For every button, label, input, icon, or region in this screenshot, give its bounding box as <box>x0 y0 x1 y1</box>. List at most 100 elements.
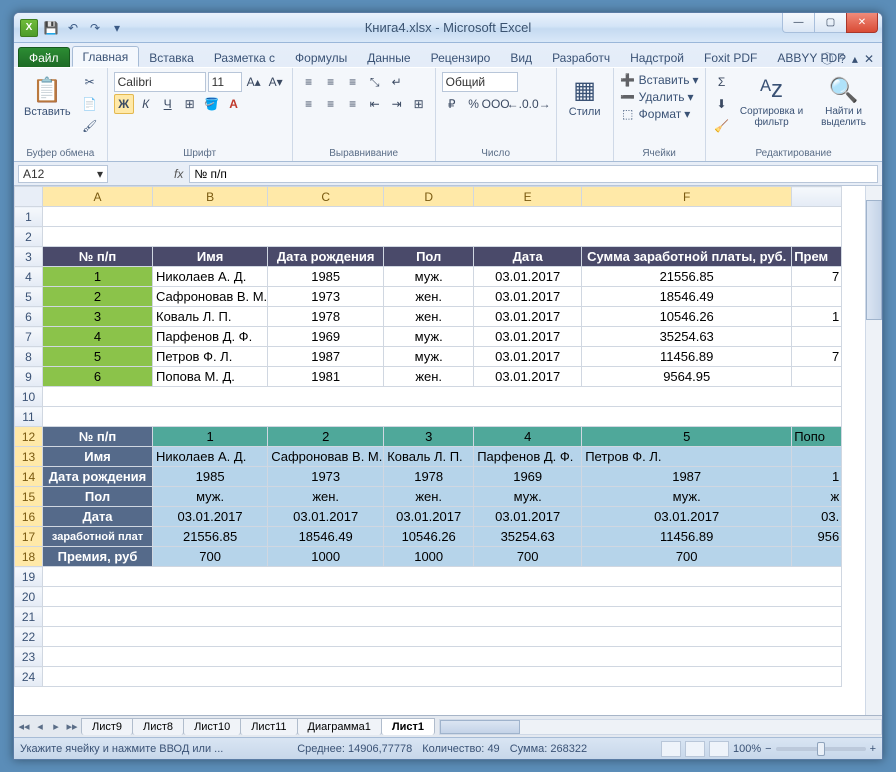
decimal-inc-icon[interactable]: ←.0 <box>508 94 528 114</box>
cell[interactable]: 7 <box>792 347 842 367</box>
minimize-button[interactable]: — <box>782 13 814 33</box>
merge-icon[interactable]: ⊞ <box>409 94 429 114</box>
row-header[interactable]: 12 <box>15 427 43 447</box>
cell[interactable]: Дата рождения <box>43 467 153 487</box>
align-right-icon[interactable]: ≡ <box>343 94 363 114</box>
tab-layout[interactable]: Разметка с <box>204 48 285 67</box>
vertical-scrollbar[interactable] <box>865 186 882 715</box>
cell[interactable]: 18546.49 <box>582 287 792 307</box>
cell[interactable]: жен. <box>384 307 474 327</box>
cell[interactable]: 10546.26 <box>582 307 792 327</box>
cell[interactable]: 1 <box>792 307 842 327</box>
cell[interactable]: 1973 <box>268 287 384 307</box>
cell[interactable]: 03. <box>792 507 842 527</box>
ribbon-minimize-icon[interactable]: ▴ <box>852 52 858 66</box>
find-select-button[interactable]: 🔍 Найти и выделить <box>812 72 876 130</box>
tab-view[interactable]: Вид <box>500 48 542 67</box>
cell[interactable]: Дата <box>43 507 153 527</box>
scroll-thumb[interactable] <box>866 200 882 320</box>
cell[interactable] <box>43 407 842 427</box>
scroll-thumb[interactable] <box>440 720 520 734</box>
cell[interactable]: 10546.26 <box>384 527 474 547</box>
cell[interactable]: 03.01.2017 <box>384 507 474 527</box>
cell[interactable]: Петров Ф. Л. <box>582 447 792 467</box>
row-header[interactable]: 6 <box>15 307 43 327</box>
cell[interactable]: муж. <box>582 487 792 507</box>
row-header[interactable]: 13 <box>15 447 43 467</box>
cell[interactable] <box>43 207 842 227</box>
currency-icon[interactable]: ₽ <box>442 94 462 114</box>
cell[interactable]: 03.01.2017 <box>474 327 582 347</box>
cell[interactable]: жен. <box>384 487 474 507</box>
select-all-corner[interactable] <box>15 187 43 207</box>
align-left-icon[interactable]: ≡ <box>299 94 319 114</box>
cell[interactable]: 6 <box>43 367 153 387</box>
row-header[interactable]: 23 <box>15 647 43 667</box>
grid[interactable]: A B C D E F 1 2 3 № п/п Имя Дата рождени… <box>14 186 882 715</box>
row-header[interactable]: 11 <box>15 407 43 427</box>
row-header[interactable]: 9 <box>15 367 43 387</box>
zoom-thumb[interactable] <box>817 742 825 756</box>
cell[interactable]: 3 <box>43 307 153 327</box>
undo-icon[interactable]: ↶ <box>64 19 82 37</box>
cell[interactable]: 1978 <box>384 467 474 487</box>
align-top-icon[interactable]: ≡ <box>299 72 319 92</box>
cell[interactable]: Имя <box>153 247 268 267</box>
cell[interactable]: 700 <box>582 547 792 567</box>
cell[interactable]: 35254.63 <box>474 527 582 547</box>
cell[interactable]: жен. <box>384 367 474 387</box>
row-header[interactable]: 16 <box>15 507 43 527</box>
row-header[interactable]: 21 <box>15 607 43 627</box>
sheet-tab[interactable]: Лист11 <box>240 718 297 735</box>
cell[interactable]: № п/п <box>43 427 153 447</box>
col-header[interactable]: F <box>582 187 792 207</box>
cell[interactable]: 700 <box>474 547 582 567</box>
view-normal-icon[interactable] <box>661 741 681 757</box>
cell[interactable]: 03.01.2017 <box>474 367 582 387</box>
percent-icon[interactable]: % <box>464 94 484 114</box>
zoom-in-icon[interactable]: + <box>870 743 876 755</box>
cell[interactable]: муж. <box>384 267 474 287</box>
decimal-dec-icon[interactable]: .0→ <box>530 94 550 114</box>
tab-file[interactable]: Файл <box>18 47 70 67</box>
cell[interactable]: Сумма заработной платы, руб. <box>582 247 792 267</box>
cell[interactable] <box>792 447 842 467</box>
cell[interactable]: 1981 <box>268 367 384 387</box>
cell[interactable] <box>43 607 842 627</box>
col-header[interactable]: A <box>43 187 153 207</box>
cell[interactable]: жен. <box>384 287 474 307</box>
cell[interactable]: жен. <box>268 487 384 507</box>
paste-button[interactable]: 📋 Вставить <box>20 72 75 120</box>
view-layout-icon[interactable] <box>685 741 705 757</box>
cell[interactable]: 1987 <box>582 467 792 487</box>
doc-close-icon[interactable]: ✕ <box>864 52 874 66</box>
copy-icon[interactable]: 📄 <box>79 94 101 114</box>
fill-icon[interactable]: ⬇ <box>712 94 732 114</box>
cell[interactable] <box>792 327 842 347</box>
cell[interactable]: ж <box>792 487 842 507</box>
col-header[interactable] <box>792 187 842 207</box>
cell[interactable]: муж. <box>153 487 268 507</box>
zoom-slider[interactable] <box>776 747 866 751</box>
format-painter-icon[interactable]: 🖌 <box>79 116 101 136</box>
redo-icon[interactable]: ↷ <box>86 19 104 37</box>
name-box[interactable]: A12▾ <box>18 165 108 183</box>
cell[interactable] <box>43 627 842 647</box>
cell[interactable]: заработной плат <box>43 527 153 547</box>
cell[interactable]: 2 <box>43 287 153 307</box>
increase-font-icon[interactable]: A▴ <box>244 72 264 92</box>
underline-button[interactable]: Ч <box>158 94 178 114</box>
sheet-nav-first-icon[interactable]: ◂◂ <box>16 720 32 733</box>
formula-input[interactable] <box>189 165 878 183</box>
cell[interactable]: Коваль Л. П. <box>384 447 474 467</box>
row-header[interactable]: 17 <box>15 527 43 547</box>
align-center-icon[interactable]: ≡ <box>321 94 341 114</box>
font-color-icon[interactable]: A <box>224 94 244 114</box>
fx-icon[interactable]: fx <box>168 167 189 181</box>
cell[interactable]: 9564.95 <box>582 367 792 387</box>
styles-button[interactable]: ▦ Стили <box>563 72 607 120</box>
cell[interactable]: Имя <box>43 447 153 467</box>
row-header[interactable]: 8 <box>15 347 43 367</box>
cell[interactable] <box>43 227 842 247</box>
cell[interactable]: 03.01.2017 <box>582 507 792 527</box>
